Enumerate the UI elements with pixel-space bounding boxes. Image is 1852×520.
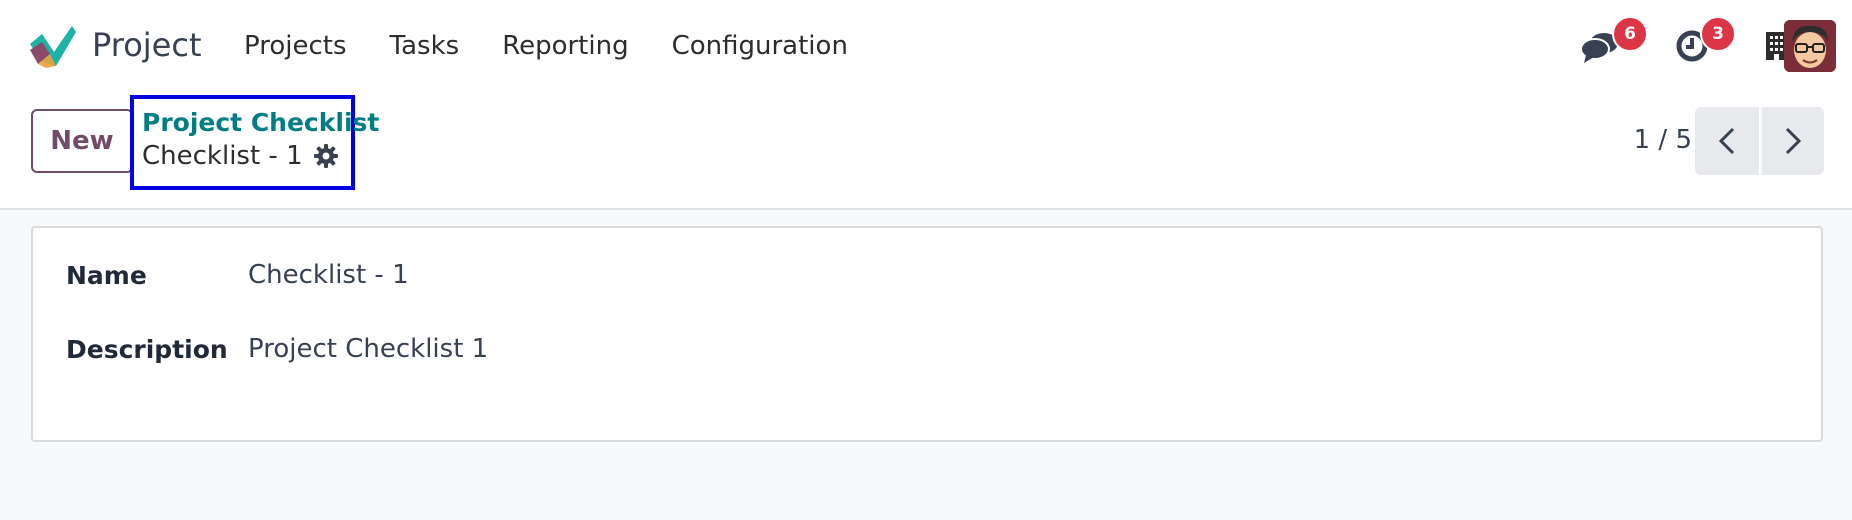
chevron-left-icon [1718, 127, 1735, 155]
form-field-description: Description Project Checklist 1 [66, 334, 488, 364]
app-brand[interactable]: Project [28, 22, 201, 68]
user-avatar[interactable] [1784, 20, 1836, 72]
activities-count-badge: 3 [1700, 16, 1736, 52]
form-sheet: Name Checklist - 1 Description Project C… [31, 226, 1823, 442]
main-menu: Projects Tasks Reporting Configuration [244, 24, 891, 68]
field-label-description: Description [66, 334, 228, 364]
messaging-menu[interactable]: 6 [1572, 16, 1648, 74]
breadcrumb-current: Checklist - 1 [142, 138, 343, 174]
gear-icon[interactable] [313, 143, 339, 169]
field-label-name: Name [66, 260, 147, 290]
control-panel: New Project Checklist Checklist - 1 1 / … [0, 92, 1852, 210]
pager-previous-button[interactable] [1695, 107, 1759, 175]
menu-item-configuration[interactable]: Configuration [672, 24, 848, 68]
project-app-logo-icon [28, 22, 76, 68]
top-navbar: Project Projects Tasks Reporting Configu… [0, 0, 1852, 92]
breadcrumb-current-label: Checklist - 1 [142, 141, 303, 171]
breadcrumb-parent-link[interactable]: Project Checklist [142, 108, 379, 138]
menu-item-reporting[interactable]: Reporting [502, 24, 628, 68]
breadcrumb: Project Checklist Checklist - 1 [130, 95, 379, 190]
chevron-right-icon [1785, 127, 1802, 155]
pager-value[interactable]: 1 / 5 [1634, 120, 1692, 160]
new-button[interactable]: New [31, 109, 133, 173]
form-field-name: Name Checklist - 1 [66, 260, 409, 290]
systray: 6 3 [1452, 16, 1852, 74]
messages-count-badge: 6 [1612, 16, 1648, 52]
app-name: Project [92, 26, 202, 64]
menu-item-tasks[interactable]: Tasks [390, 24, 460, 68]
pager-next-button[interactable] [1760, 107, 1824, 175]
menu-item-projects[interactable]: Projects [244, 24, 347, 68]
field-value-description[interactable]: Project Checklist 1 [248, 334, 488, 364]
field-value-name[interactable]: Checklist - 1 [248, 260, 409, 290]
activity-menu[interactable]: 3 [1664, 16, 1736, 74]
